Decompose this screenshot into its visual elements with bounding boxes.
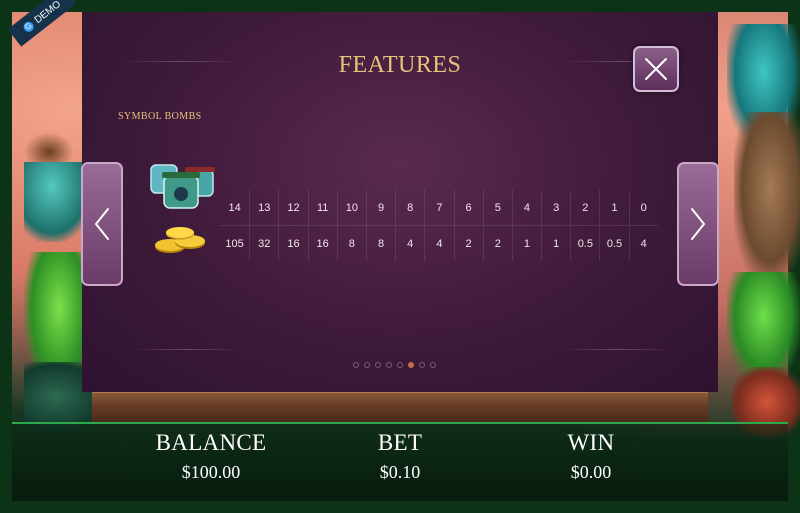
page-dot[interactable] <box>397 362 403 368</box>
table-cell: 1 <box>599 190 628 225</box>
next-page-button[interactable] <box>677 162 719 286</box>
table-cell: 11 <box>307 190 337 225</box>
g-logo-icon: G <box>21 19 36 34</box>
win-display: WIN $0.00 <box>532 430 650 483</box>
page-dot[interactable] <box>386 362 392 368</box>
table-cell: 4 <box>395 226 424 261</box>
table-cell: 8 <box>395 190 424 225</box>
section-heading: SYMBOL BOMBS <box>118 111 202 122</box>
green-foliage-decoration-right <box>727 272 800 382</box>
divider <box>132 349 242 350</box>
table-cell: 4 <box>511 190 541 225</box>
table-cell: 1 <box>541 226 570 261</box>
page-dot[interactable] <box>375 362 381 368</box>
table-cell: 4 <box>628 226 658 261</box>
symbol-bombs-paytable: 14 13 12 11 10 9 8 7 6 5 4 3 2 1 0 105 3… <box>220 190 658 261</box>
table-cell: 2 <box>570 190 599 225</box>
table-cell: 5 <box>482 190 512 225</box>
table-cell: 10 <box>336 190 366 225</box>
table-cell: 3 <box>541 190 570 225</box>
table-cell: 8 <box>365 226 395 261</box>
table-cell: 105 <box>225 237 244 250</box>
page-dot[interactable] <box>430 362 436 368</box>
chevron-right-icon <box>691 208 706 240</box>
table-cell: 2 <box>482 226 512 261</box>
gold-coins-icon <box>155 227 205 253</box>
previous-page-button[interactable] <box>81 162 123 286</box>
table-cell: 32 <box>249 226 278 261</box>
page-dot-active[interactable] <box>408 362 414 368</box>
balance-value: $100.00 <box>181 462 241 482</box>
table-cell: 0.5 <box>599 226 628 261</box>
page-dot[interactable] <box>419 362 425 368</box>
table-cell: 6 <box>453 190 483 225</box>
table-cell: 9 <box>365 190 395 225</box>
table-cell: 7 <box>424 190 453 225</box>
table-cell: 13 <box>249 190 278 225</box>
chevron-left-icon <box>94 208 109 240</box>
hud-bar: BALANCE $100.00 BET $0.10 WIN $0.00 <box>12 422 788 501</box>
table-cell: 0.5 <box>570 226 599 261</box>
table-cell: 1 <box>511 226 541 261</box>
bet-label: BET <box>377 430 423 455</box>
payout-row: 105 32 16 16 8 8 4 4 2 2 1 1 0.5 0.5 4 <box>220 226 658 261</box>
table-cell: 12 <box>278 190 307 225</box>
table-cell: 16 <box>307 226 337 261</box>
page-dot[interactable] <box>353 362 359 368</box>
win-value: $0.00 <box>570 462 612 482</box>
balance-label: BALANCE <box>155 430 267 455</box>
divider <box>562 349 672 350</box>
win-label: WIN <box>567 430 615 455</box>
page-dot[interactable] <box>364 362 370 368</box>
symbol-bombs-icon <box>150 164 215 209</box>
table-cell: 14 <box>228 201 241 214</box>
paytable-panel: FEATURES SYMBOL BOMBS 14 13 12 11 10 9 8… <box>82 12 718 392</box>
page-indicator <box>353 362 436 368</box>
close-button[interactable] <box>633 46 679 92</box>
table-cell: 8 <box>336 226 366 261</box>
wooden-plank-decoration <box>92 392 708 422</box>
table-cell: 0 <box>628 190 658 225</box>
balance-display: BALANCE $100.00 <box>132 430 290 483</box>
table-cell: 2 <box>453 226 483 261</box>
table-cell: 16 <box>278 226 307 261</box>
bet-value: $0.10 <box>379 462 421 482</box>
page-title: FEATURES <box>338 52 462 78</box>
monkey-character <box>734 112 800 282</box>
close-icon <box>645 58 667 80</box>
bet-display: BET $0.10 <box>342 430 458 483</box>
bomb-count-row: 14 13 12 11 10 9 8 7 6 5 4 3 2 1 0 <box>220 190 658 226</box>
table-cell: 4 <box>424 226 453 261</box>
